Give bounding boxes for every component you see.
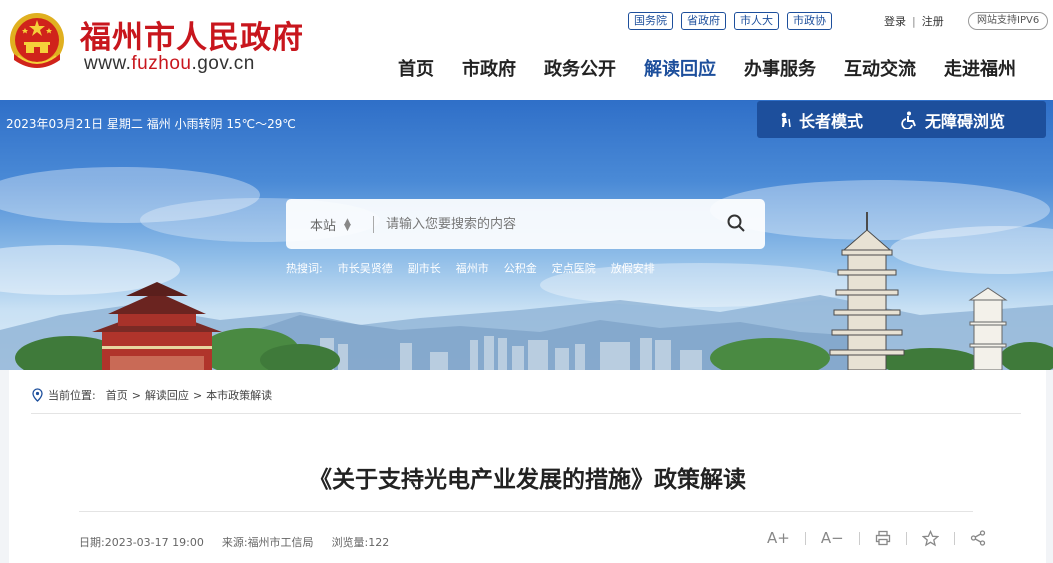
nav-municipal-gov[interactable]: 市政府 bbox=[462, 55, 516, 81]
hot-word[interactable]: 公积金 bbox=[504, 260, 537, 276]
elder-mode-button[interactable]: 长者模式 bbox=[777, 108, 863, 132]
url-prefix: www. bbox=[84, 53, 132, 74]
font-decrease-button[interactable]: A− bbox=[821, 527, 844, 549]
breadcrumb-separator: > bbox=[192, 388, 203, 402]
nav-services[interactable]: 办事服务 bbox=[744, 55, 816, 81]
nav-about-fuzhou[interactable]: 走进福州 bbox=[944, 55, 1016, 81]
url-domain: fuzhou bbox=[131, 53, 192, 74]
link-provincial-gov[interactable]: 省政府 bbox=[681, 12, 726, 30]
star-icon[interactable] bbox=[921, 527, 939, 549]
updown-arrow-icon: ▲ ▼ bbox=[344, 216, 351, 233]
auth-separator: | bbox=[912, 15, 916, 28]
article-tools: A+ A− bbox=[767, 527, 986, 549]
site-header: 福州市人民政府 www.fuzhou.gov.cn 国务院 省政府 市人大 市政… bbox=[0, 0, 1053, 100]
article-panel: 当前位置: 首页 > 解读回应 > 本市政策解读 《关于支持光电产业发展的措施》… bbox=[9, 370, 1046, 563]
share-icon[interactable] bbox=[970, 527, 986, 549]
article-source: 来源:福州市工信局 bbox=[221, 536, 314, 549]
search-input[interactable] bbox=[386, 212, 706, 236]
nav-home[interactable]: 首页 bbox=[398, 55, 434, 81]
site-name[interactable]: 福州市人民政府 bbox=[80, 12, 304, 57]
breadcrumb-interpretation[interactable]: 解读回应 bbox=[145, 387, 189, 403]
print-icon[interactable] bbox=[875, 527, 891, 549]
site-url[interactable]: www.fuzhou.gov.cn bbox=[84, 53, 255, 75]
breadcrumb-current[interactable]: 本市政策解读 bbox=[206, 387, 272, 403]
hot-word[interactable]: 定点医院 bbox=[552, 260, 596, 276]
link-municipal-cppcc[interactable]: 市政协 bbox=[787, 12, 832, 30]
accessible-browse-label: 无障碍浏览 bbox=[925, 111, 1006, 131]
breadcrumb-label: 当前位置: bbox=[48, 389, 96, 402]
search-icon[interactable] bbox=[726, 213, 746, 233]
login-link[interactable]: 登录 bbox=[884, 15, 906, 28]
hot-search-label: 热搜词: bbox=[286, 262, 323, 275]
breadcrumb-separator: > bbox=[131, 388, 141, 402]
breadcrumb-home[interactable]: 首页 bbox=[106, 387, 128, 403]
publish-date: 日期:2023-03-17 19:00 bbox=[79, 536, 204, 549]
font-increase-button[interactable]: A+ bbox=[767, 527, 790, 549]
national-emblem-icon bbox=[10, 13, 64, 68]
main-nav: 首页 市政府 政务公开 解读回应 办事服务 互动交流 走进福州 bbox=[398, 55, 1016, 81]
register-link[interactable]: 注册 bbox=[922, 15, 944, 28]
hot-search-words: 热搜词: 市长吴贤德 副市长 福州市 公积金 定点医院 放假安排 bbox=[286, 260, 655, 276]
tool-divider bbox=[953, 531, 955, 545]
tool-divider bbox=[905, 531, 907, 545]
link-state-council[interactable]: 国务院 bbox=[628, 12, 673, 30]
article-meta: 日期:2023-03-17 19:00 来源:福州市工信局 浏览量:122 bbox=[79, 534, 389, 550]
top-links: 国务院 省政府 市人大 市政协 bbox=[628, 12, 832, 30]
hot-word[interactable]: 副市长 bbox=[408, 260, 441, 276]
ipv6-badge: 网站支持IPV6 bbox=[968, 12, 1049, 30]
search-box: 本站 ▲ ▼ bbox=[286, 199, 765, 249]
link-municipal-congress[interactable]: 市人大 bbox=[734, 12, 779, 30]
nav-gov-affairs[interactable]: 政务公开 bbox=[544, 55, 616, 81]
hot-word[interactable]: 放假安排 bbox=[611, 260, 655, 276]
search-divider bbox=[373, 216, 374, 233]
location-pin-icon bbox=[32, 388, 43, 402]
elder-mode-label: 长者模式 bbox=[799, 111, 864, 131]
tool-divider bbox=[804, 531, 806, 545]
breadcrumb: 当前位置: 首页 > 解读回应 > 本市政策解读 bbox=[31, 387, 272, 403]
nav-interpretation[interactable]: 解读回应 bbox=[644, 55, 716, 81]
view-count: 浏览量:122 bbox=[331, 536, 390, 549]
date-weather: 2023年03月21日 星期二 福州 小雨转阴 15℃～29℃ bbox=[6, 117, 296, 131]
wheelchair-icon bbox=[901, 111, 916, 129]
nav-interaction[interactable]: 互动交流 bbox=[844, 55, 916, 81]
divider bbox=[79, 511, 973, 512]
url-suffix: .gov.cn bbox=[191, 53, 255, 74]
hot-word[interactable]: 福州市 bbox=[456, 260, 489, 276]
accessible-browse-button[interactable]: 无障碍浏览 bbox=[901, 108, 1005, 132]
search-scope-select[interactable]: 本站 ▲ ▼ bbox=[310, 215, 351, 234]
auth-links: 登录 | 注册 bbox=[884, 13, 944, 29]
elder-icon bbox=[781, 112, 791, 127]
divider bbox=[31, 413, 1021, 414]
article-title: 《关于支持光电产业发展的措施》政策解读 bbox=[309, 467, 746, 493]
search-scope-value: 本站 bbox=[310, 219, 337, 234]
accessibility-bar: 长者模式 无障碍浏览 bbox=[757, 101, 1046, 138]
hero-banner: 2023年03月21日 星期二 福州 小雨转阴 15℃～29℃ 长者模式 无障碍… bbox=[0, 100, 1053, 370]
hot-word[interactable]: 市长吴贤德 bbox=[338, 260, 393, 276]
tool-divider bbox=[858, 531, 860, 545]
